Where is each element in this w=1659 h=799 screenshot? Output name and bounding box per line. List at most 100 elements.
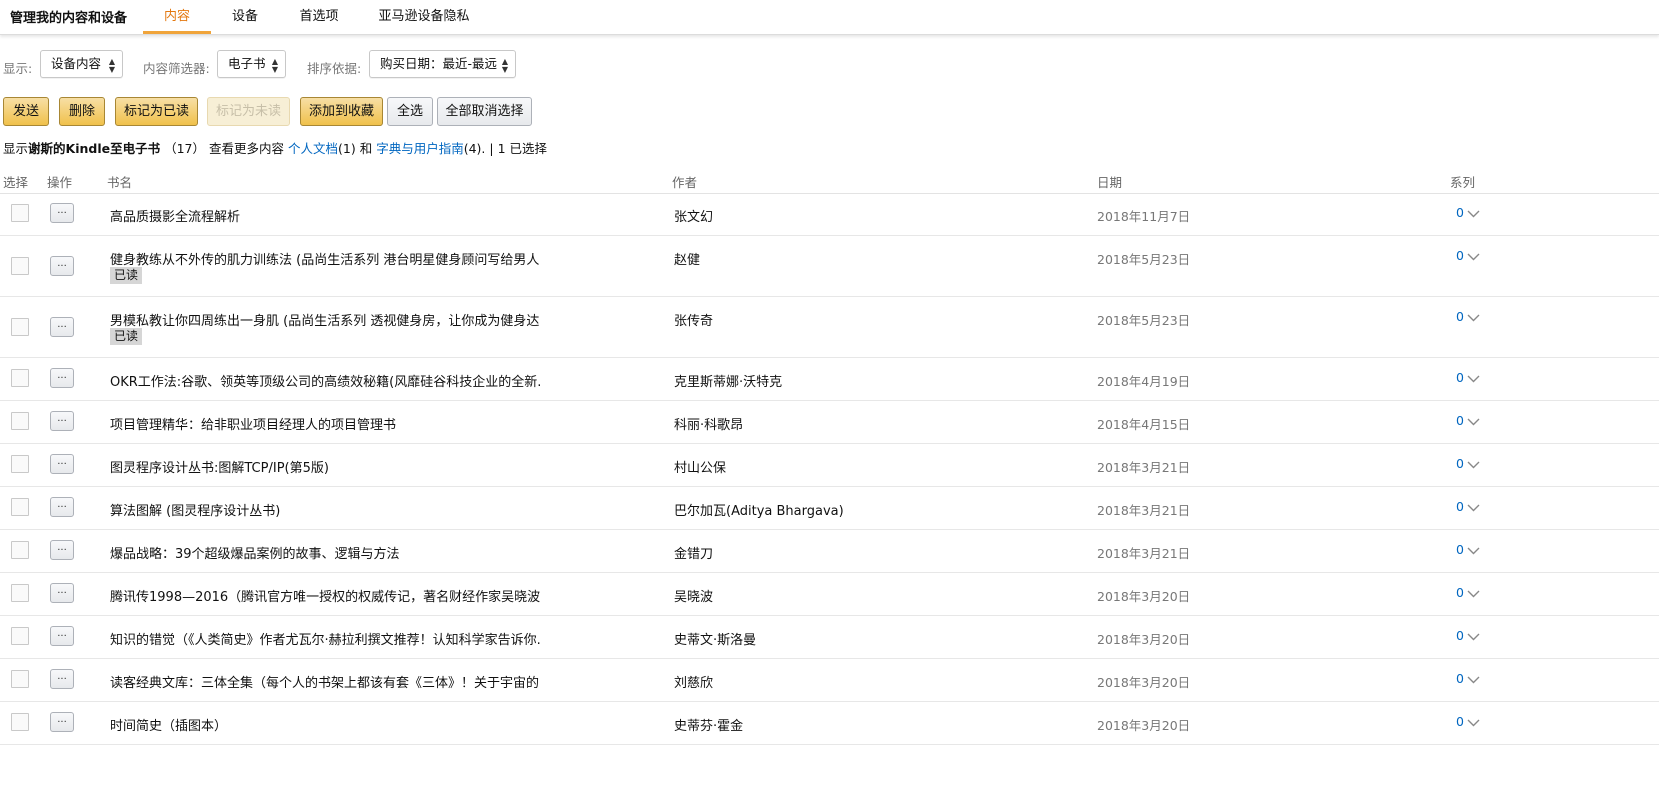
- row-actions-button[interactable]: ...: [50, 583, 74, 603]
- book-title[interactable]: 男模私教让你四周练出一身肌 (品尚生活系列 透视健身房，让你成为健身达人): [110, 310, 540, 329]
- row-actions-button[interactable]: ...: [50, 411, 74, 431]
- book-author: 张文幻: [674, 210, 714, 225]
- row-checkbox[interactable]: [11, 455, 29, 473]
- table-row: ... 算法图解 (图灵程序设计丛书) 巴尔加瓦(Aditya Bhargava) 2…: [0, 487, 1659, 530]
- table-row: ... 男模私教让你四周练出一身肌 (品尚生活系列 透视健身房，让你成为健身达人)…: [0, 297, 1659, 358]
- purchase-date: 2018年11月7日: [1097, 209, 1191, 224]
- row-checkbox[interactable]: [11, 627, 29, 645]
- header-author[interactable]: 作者: [672, 172, 697, 191]
- book-title[interactable]: 图灵程序设计丛书:图解TCP/IP(第5版): [110, 457, 329, 476]
- series-toggle[interactable]: 0: [1456, 628, 1480, 643]
- updown-arrow-icon: ▲ ▼: [501, 57, 508, 74]
- row-checkbox[interactable]: [11, 318, 29, 336]
- personal-docs-count: (1): [338, 141, 356, 156]
- updown-arrow-icon: ▲ ▼: [108, 57, 115, 74]
- book-author: 村山公保: [674, 461, 727, 476]
- dictionaries-link[interactable]: 字典与用户指南: [376, 141, 464, 156]
- row-checkbox[interactable]: [11, 257, 29, 275]
- row-checkbox[interactable]: [11, 369, 29, 387]
- series-count: 0: [1456, 370, 1464, 385]
- book-title[interactable]: 爆品战略：39个超级爆品案例的故事、逻辑与方法: [110, 543, 400, 562]
- series-toggle[interactable]: 0: [1456, 309, 1480, 324]
- add-to-collection-button[interactable]: 添加到收藏: [300, 97, 383, 126]
- table-row: ... 爆品战略：39个超级爆品案例的故事、逻辑与方法 金错刀 2018年3月21日 0: [0, 530, 1659, 573]
- mark-read-button[interactable]: 标记为已读: [115, 97, 198, 126]
- show-dropdown[interactable]: 设备内容 ▲ ▼: [40, 50, 123, 78]
- row-actions-button[interactable]: ...: [50, 454, 74, 474]
- row-checkbox[interactable]: [11, 204, 29, 222]
- book-title[interactable]: 腾讯传1998—2016（腾讯官方唯一授权的权威传记，著名财经作家吴晓波倾...: [110, 586, 540, 605]
- tab-devices[interactable]: 设备: [222, 0, 268, 34]
- tab-device-privacy[interactable]: 亚马逊设备隐私: [372, 0, 476, 34]
- row-actions-button[interactable]: ...: [50, 497, 74, 517]
- series-toggle[interactable]: 0: [1456, 585, 1480, 600]
- series-toggle[interactable]: 0: [1456, 205, 1480, 220]
- header-date[interactable]: 日期: [1097, 172, 1122, 191]
- row-checkbox[interactable]: [11, 713, 29, 731]
- row-actions-button[interactable]: ...: [50, 540, 74, 560]
- purchase-date: 2018年3月21日: [1097, 503, 1191, 518]
- row-actions-button[interactable]: ...: [50, 368, 74, 388]
- tab-preferences[interactable]: 首选项: [288, 0, 350, 34]
- send-button[interactable]: 发送: [3, 97, 49, 126]
- series-toggle[interactable]: 0: [1456, 456, 1480, 471]
- content-filter-dropdown[interactable]: 电子书 ▲ ▼: [217, 50, 286, 78]
- content-summary: 显示谢斯的Kindle至电子书 （17） 查看更多内容 个人文档(1) 和 字典…: [3, 138, 547, 157]
- row-checkbox[interactable]: [11, 412, 29, 430]
- deselect-all-button[interactable]: 全部取消选择: [437, 97, 532, 126]
- book-title[interactable]: OKR工作法:谷歌、领英等顶级公司的高绩效秘籍(风靡硅谷科技企业的全新...: [110, 371, 540, 390]
- dictionaries-count: (4).: [463, 141, 486, 156]
- sort-dropdown[interactable]: 购买日期：最近-最远 ▲ ▼: [369, 50, 516, 78]
- chevron-down-icon: [1467, 314, 1480, 321]
- book-author: 刘慈欣: [674, 676, 714, 691]
- row-checkbox[interactable]: [11, 498, 29, 516]
- book-title[interactable]: 知识的错觉（《人类简史》作者尤瓦尔·赫拉利撰文推荐！认知科学家告诉你...: [110, 629, 540, 648]
- row-actions-button[interactable]: ...: [50, 256, 74, 276]
- series-toggle[interactable]: 0: [1456, 413, 1480, 428]
- book-title[interactable]: 时间简史（插图本）: [110, 715, 227, 734]
- chevron-down-icon: [1467, 547, 1480, 554]
- chevron-down-icon: [1467, 590, 1480, 597]
- row-actions-button[interactable]: ...: [50, 712, 74, 732]
- summary-more: 查看更多内容: [208, 141, 284, 156]
- row-actions-button[interactable]: ...: [50, 317, 74, 337]
- series-toggle[interactable]: 0: [1456, 714, 1480, 729]
- chevron-down-icon: [1467, 719, 1480, 726]
- chevron-down-icon: [1467, 676, 1480, 683]
- personal-docs-link[interactable]: 个人文档: [288, 141, 338, 156]
- book-author: 克里斯蒂娜·沃特克: [674, 375, 783, 390]
- table-row: ... 高品质摄影全流程解析 张文幻 2018年11月7日 0: [0, 193, 1659, 236]
- series-count: 0: [1456, 628, 1464, 643]
- book-author: 巴尔加瓦(Aditya Bhargava): [674, 504, 844, 519]
- series-toggle[interactable]: 0: [1456, 499, 1480, 514]
- table-row: ... OKR工作法:谷歌、领英等顶级公司的高绩效秘籍(风靡硅谷科技企业的全新..…: [0, 358, 1659, 401]
- book-title[interactable]: 读客经典文库：三体全集（每个人的书架上都该有套《三体》！关于宇宙的...: [110, 672, 540, 691]
- book-title[interactable]: 算法图解 (图灵程序设计丛书): [110, 500, 280, 519]
- header-title[interactable]: 书名: [107, 172, 132, 191]
- delete-button[interactable]: 删除: [59, 97, 105, 126]
- purchase-date: 2018年3月20日: [1097, 675, 1191, 690]
- row-checkbox[interactable]: [11, 541, 29, 559]
- book-title[interactable]: 健身教练从不外传的肌力训练法 (品尚生活系列 港台明星健身顾问写给男人...: [110, 249, 540, 268]
- read-badge: 已读: [110, 267, 143, 284]
- series-toggle[interactable]: 0: [1456, 542, 1480, 557]
- row-actions-button[interactable]: ...: [50, 669, 74, 689]
- book-title[interactable]: 高品质摄影全流程解析: [110, 206, 240, 225]
- row-checkbox[interactable]: [11, 670, 29, 688]
- header-series[interactable]: 系列: [1450, 172, 1475, 191]
- book-author: 吴晓波: [674, 590, 714, 605]
- content-table: ... 高品质摄影全流程解析 张文幻 2018年11月7日 0... 健身教练从不外传的肌…: [0, 193, 1659, 745]
- series-toggle[interactable]: 0: [1456, 248, 1480, 263]
- book-author: 张传奇: [674, 314, 714, 329]
- series-toggle[interactable]: 0: [1456, 370, 1480, 385]
- series-toggle[interactable]: 0: [1456, 671, 1480, 686]
- book-title[interactable]: 项目管理精华：给非职业项目经理人的项目管理书: [110, 414, 396, 433]
- row-actions-button[interactable]: ...: [50, 626, 74, 646]
- book-author: 金错刀: [674, 547, 714, 562]
- mark-unread-button[interactable]: 标记为未读: [207, 97, 290, 126]
- tab-content[interactable]: 内容: [143, 0, 211, 34]
- row-actions-button[interactable]: ...: [50, 203, 74, 223]
- select-all-button[interactable]: 全选: [387, 97, 433, 126]
- series-count: 0: [1456, 309, 1464, 324]
- row-checkbox[interactable]: [11, 584, 29, 602]
